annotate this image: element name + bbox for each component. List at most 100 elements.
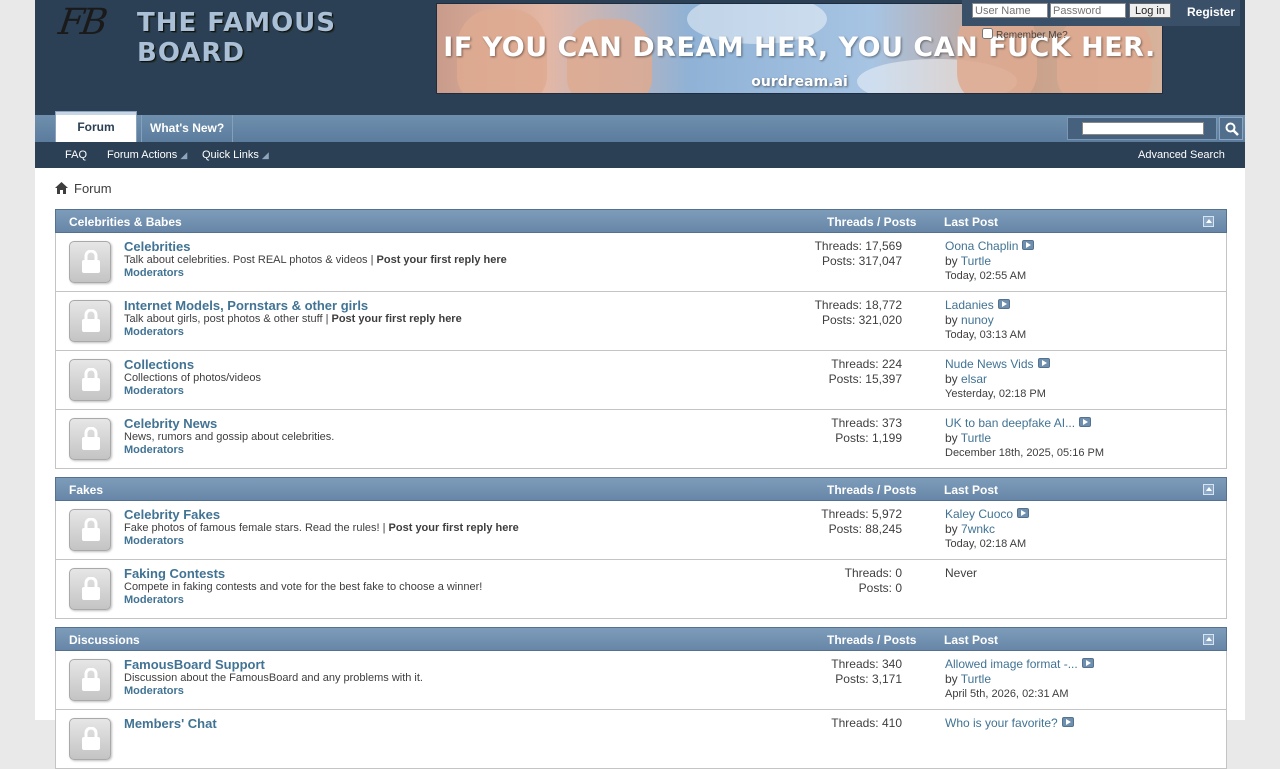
site-logo[interactable]: FB THE FAMOUS BOARD — [56, 2, 427, 68]
last-post-time: 05:16 PM — [1056, 447, 1104, 459]
tab-whats-new[interactable]: What's New? — [141, 115, 234, 142]
last-post-title[interactable]: Ladanies — [945, 298, 994, 312]
last-post-title[interactable]: UK to ban deepfake AI... — [945, 416, 1075, 430]
forum-description: Talk about celebrities. Post REAL photos… — [124, 254, 507, 266]
go-to-post-icon[interactable] — [1022, 240, 1035, 250]
first-reply-link[interactable]: Post your first reply here — [332, 313, 462, 325]
collapse-icon[interactable] — [1203, 634, 1214, 645]
moderators-link[interactable]: Moderators — [124, 385, 184, 397]
forum-description-text: Collections of photos/videos — [124, 372, 261, 384]
forum-actions-link[interactable]: Forum Actions ◢ — [107, 149, 187, 161]
forum-description-text: News, rumors and gossip about celebritie… — [124, 431, 335, 443]
category-title[interactable]: Discussions — [69, 633, 140, 647]
search-box — [1067, 117, 1217, 140]
last-post-header: Last Post — [944, 633, 999, 647]
last-post-title[interactable]: Oona Chaplin — [945, 239, 1018, 253]
lock-icon — [82, 727, 100, 750]
go-to-post-icon[interactable] — [997, 299, 1010, 309]
last-post-title[interactable]: Who is your favorite? — [945, 716, 1058, 730]
category-discussions: Discussions Threads / Posts Last Post Fa… — [55, 627, 1227, 769]
forum-row: Internet Models, Pornstars & other girls… — [55, 292, 1227, 351]
go-to-post-icon[interactable] — [1061, 717, 1074, 727]
category-header: Discussions Threads / Posts Last Post — [55, 627, 1227, 651]
forum-stats: Threads: 340 Posts: 3,171 — [831, 657, 902, 687]
forum-title[interactable]: Celebrity Fakes — [124, 507, 220, 522]
forum-row: Faking Contests Compete in faking contes… — [55, 560, 1227, 619]
last-post-title[interactable]: Allowed image format -... — [945, 657, 1078, 671]
forum-title[interactable]: Collections — [124, 357, 194, 372]
first-reply-link[interactable]: Post your first reply here — [389, 522, 519, 534]
login-bar: Log in Register — [962, 0, 1240, 26]
last-post: Kaley Cuoco by 7wnkc Today, 02:18 AM — [945, 507, 1030, 552]
forum-status-icon — [69, 659, 111, 701]
forum-title[interactable]: Faking Contests — [124, 566, 225, 581]
collapse-icon[interactable] — [1203, 216, 1214, 227]
last-post-date: December 18th, 2025, — [945, 447, 1057, 459]
last-post-time: 02:31 AM — [1022, 688, 1069, 700]
last-post-user[interactable]: Turtle — [961, 431, 991, 445]
last-post-date: April 5th, 2026, — [945, 688, 1023, 700]
thread-count: Threads: 373 — [831, 416, 902, 430]
last-post-header: Last Post — [944, 483, 999, 497]
last-post-user[interactable]: nunoy — [961, 313, 994, 327]
logo-mark: FB — [56, 2, 108, 43]
search-button[interactable] — [1219, 117, 1243, 140]
forum-title[interactable]: Members' Chat — [124, 716, 217, 731]
moderators-link[interactable]: Moderators — [124, 326, 184, 338]
login-button[interactable]: Log in — [1129, 3, 1171, 18]
moderators-link[interactable]: Moderators — [124, 444, 184, 456]
quick-links-link[interactable]: Quick Links ◢ — [202, 149, 269, 161]
last-post-user[interactable]: Turtle — [961, 254, 991, 268]
category-title[interactable]: Fakes — [69, 483, 103, 497]
last-post-user[interactable]: Turtle — [961, 672, 991, 686]
quick-links-label: Quick Links — [202, 149, 259, 161]
last-post-date: Today, — [945, 538, 980, 550]
category-header: Fakes Threads / Posts Last Post — [55, 477, 1227, 501]
go-to-post-icon[interactable] — [1037, 358, 1050, 368]
advanced-search-link[interactable]: Advanced Search — [1138, 149, 1225, 161]
moderators-link[interactable]: Moderators — [124, 594, 184, 606]
moderators-link[interactable]: Moderators — [124, 535, 184, 547]
last-post-user[interactable]: elsar — [961, 372, 987, 386]
last-post-title[interactable]: Nude News Vids — [945, 357, 1034, 371]
dropdown-caret-icon: ◢ — [261, 150, 269, 160]
lock-icon — [82, 668, 100, 691]
forum-status-icon — [69, 568, 111, 610]
moderators-link[interactable]: Moderators — [124, 685, 184, 697]
forum-status-icon — [69, 300, 111, 342]
navbar: Forum What's New? — [35, 111, 1245, 142]
forum-title[interactable]: Celebrities — [124, 239, 190, 254]
last-post-title[interactable]: Kaley Cuoco — [945, 507, 1013, 521]
tab-forum[interactable]: Forum — [55, 111, 137, 142]
forum-title[interactable]: Internet Models, Pornstars & other girls — [124, 298, 368, 313]
forum-description-text: Compete in faking contests and vote for … — [124, 581, 483, 593]
last-post: Nude News Vids by elsar Yesterday, 02:18… — [945, 357, 1050, 402]
go-to-post-icon[interactable] — [1081, 658, 1094, 668]
username-field[interactable] — [972, 3, 1048, 18]
breadcrumb-current: Forum — [74, 181, 112, 196]
last-post-user[interactable]: 7wnkc — [961, 522, 995, 536]
threads-posts-header: Threads / Posts — [827, 215, 917, 229]
faq-link[interactable]: FAQ — [65, 149, 87, 161]
category-title[interactable]: Celebrities & Babes — [69, 215, 182, 229]
search-input[interactable] — [1082, 122, 1204, 135]
lock-icon — [82, 250, 100, 273]
collapse-icon[interactable] — [1203, 484, 1214, 495]
remember-me-checkbox[interactable] — [982, 28, 993, 39]
go-to-post-icon[interactable] — [1079, 417, 1092, 427]
last-post-time: 02:18 PM — [998, 388, 1046, 400]
post-count: Posts: 15,397 — [828, 372, 902, 386]
register-link[interactable]: Register — [1187, 5, 1235, 19]
go-to-post-icon[interactable] — [1017, 508, 1030, 518]
thread-count: Threads: 0 — [844, 566, 902, 580]
moderators-link[interactable]: Moderators — [124, 267, 184, 279]
last-post-by: by — [945, 254, 961, 268]
forum-title[interactable]: Celebrity News — [124, 416, 217, 431]
forum-stats: Threads: 373 Posts: 1,199 — [831, 416, 902, 446]
remember-me[interactable]: Remember Me? — [982, 28, 1068, 41]
password-field[interactable] — [1050, 3, 1126, 18]
forum-stats: Threads: 0 Posts: 0 — [845, 566, 902, 596]
first-reply-link[interactable]: Post your first reply here — [377, 254, 507, 266]
forum-title[interactable]: FamousBoard Support — [124, 657, 265, 672]
home-icon[interactable] — [55, 182, 68, 194]
